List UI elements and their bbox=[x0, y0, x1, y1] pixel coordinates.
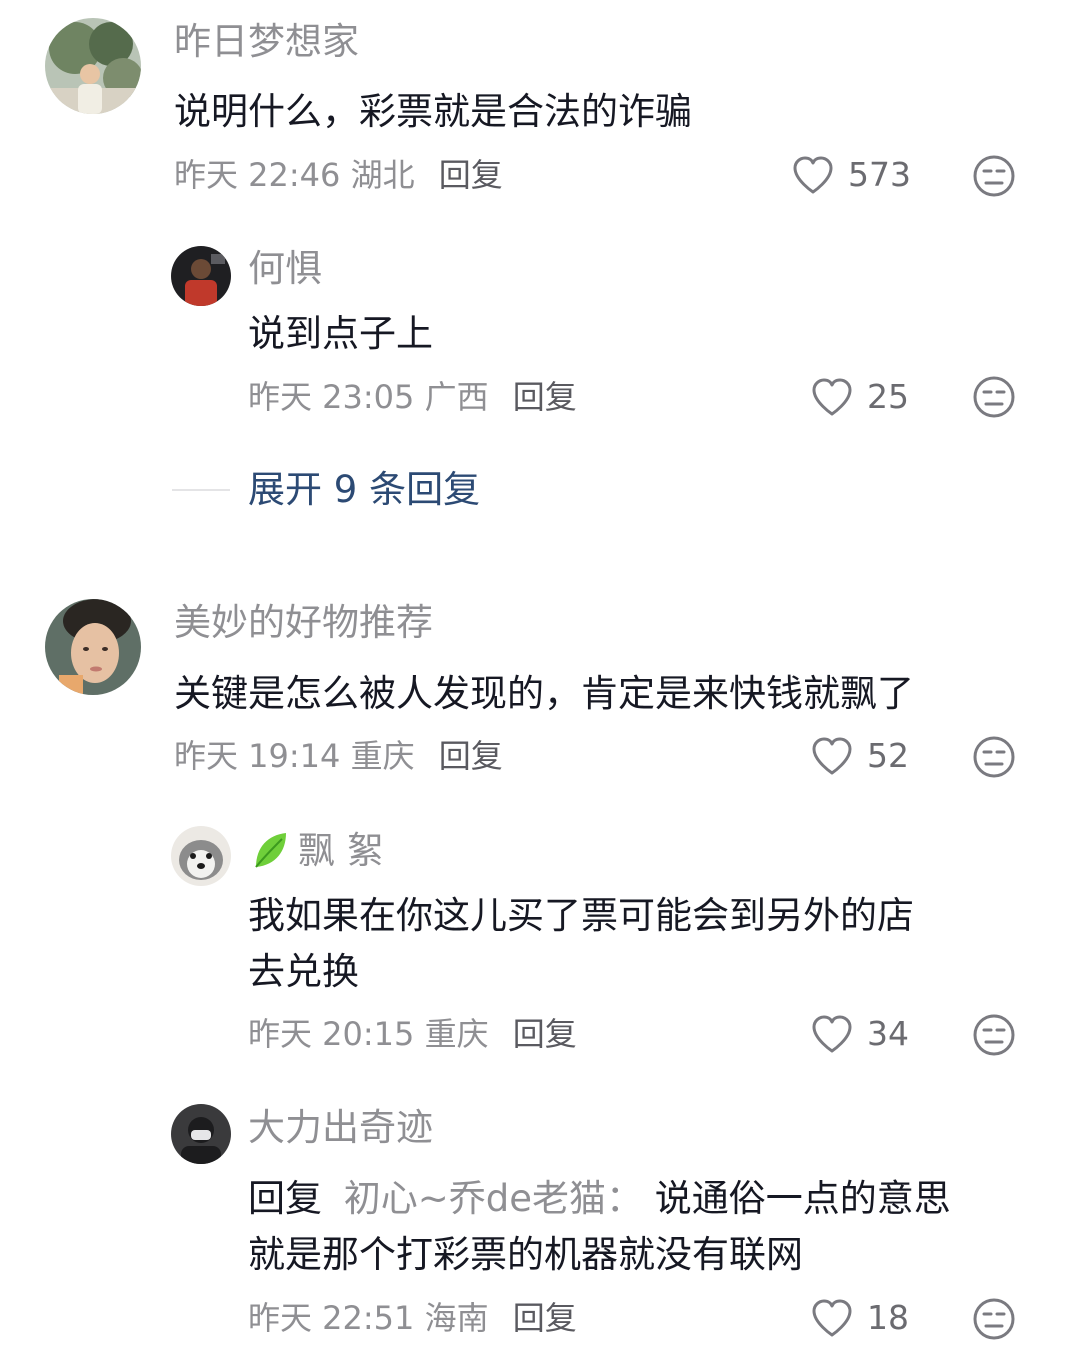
heart-outline-icon bbox=[811, 736, 853, 776]
comment-meta: 昨天 23:05 广西 回复 bbox=[248, 375, 577, 419]
heart-outline-icon bbox=[792, 155, 834, 195]
unhappy-face-icon bbox=[972, 1013, 1016, 1057]
reply-button[interactable]: 回复 bbox=[439, 737, 503, 775]
avatar[interactable] bbox=[171, 1104, 231, 1164]
comment-text: 说到点子上 bbox=[248, 312, 433, 355]
commenter-name[interactable]: 美妙的好物推荐 bbox=[174, 599, 433, 647]
heart-outline-icon bbox=[811, 377, 853, 417]
commenter-name[interactable]: 大力出奇迹 bbox=[248, 1104, 433, 1152]
comment-meta: 昨天 19:14 重庆 回复 bbox=[174, 734, 503, 778]
unhappy-face-icon bbox=[972, 375, 1016, 419]
dislike-button[interactable] bbox=[972, 154, 1016, 198]
like-button[interactable]: 18 bbox=[811, 1296, 909, 1340]
unhappy-face-icon bbox=[972, 1297, 1016, 1341]
like-count: 34 bbox=[867, 1014, 909, 1053]
commenter-name[interactable]: 昨日梦想家 bbox=[174, 18, 359, 66]
commenter-name[interactable]: 飘 絮 bbox=[248, 827, 384, 875]
comment-meta: 昨天 22:51 海南 回复 bbox=[248, 1296, 577, 1340]
comment-text: 说明什么，彩票就是合法的诈骗 bbox=[174, 90, 692, 133]
comment-text-line: 我如果在你这儿买了票可能会到另外的店 bbox=[248, 894, 914, 937]
dislike-button[interactable] bbox=[972, 375, 1016, 419]
heart-outline-icon bbox=[811, 1298, 853, 1338]
avatar[interactable] bbox=[45, 599, 141, 695]
comment-text-line: 回复 初心~乔de老猫： 说通俗一点的意思 bbox=[248, 1171, 951, 1227]
comment-time: 昨天 23:05 bbox=[248, 378, 415, 416]
reply-button[interactable]: 回复 bbox=[513, 378, 577, 416]
commenter-name[interactable]: 何惧 bbox=[248, 245, 322, 293]
comment-location: 重庆 bbox=[424, 1015, 489, 1053]
dislike-button[interactable] bbox=[972, 1297, 1016, 1341]
comment-text: 关键是怎么被人发现的，肯定是来快钱就飘了 bbox=[174, 672, 914, 715]
comment-location: 海南 bbox=[424, 1299, 489, 1337]
reply-button[interactable]: 回复 bbox=[513, 1015, 577, 1053]
comment-text-line: 去兑换 bbox=[248, 950, 359, 993]
comment-time: 昨天 20:15 bbox=[248, 1015, 415, 1053]
dislike-button[interactable] bbox=[972, 735, 1016, 779]
comment-text-line: 就是那个打彩票的机器就没有联网 bbox=[248, 1233, 803, 1276]
like-count: 52 bbox=[867, 736, 909, 775]
like-button[interactable]: 52 bbox=[811, 734, 909, 778]
reply-button[interactable]: 回复 bbox=[439, 156, 503, 194]
commenter-name-label: 飘 絮 bbox=[298, 829, 384, 872]
expand-divider bbox=[172, 489, 230, 491]
comment-meta: 昨天 20:15 重庆 回复 bbox=[248, 1012, 577, 1056]
expand-replies-label[interactable]: 展开 9 条回复 bbox=[248, 466, 480, 514]
heart-outline-icon bbox=[811, 1014, 853, 1054]
like-button[interactable]: 34 bbox=[811, 1012, 909, 1056]
comment-text: 说通俗一点的意思 bbox=[654, 1177, 951, 1220]
unhappy-face-icon bbox=[972, 154, 1016, 198]
like-button[interactable]: 25 bbox=[811, 375, 909, 419]
comment-location: 广西 bbox=[424, 378, 489, 416]
avatar[interactable] bbox=[171, 826, 231, 886]
avatar[interactable] bbox=[45, 18, 141, 114]
like-count: 573 bbox=[848, 155, 911, 194]
comment-time: 昨天 22:51 bbox=[248, 1299, 415, 1337]
like-count: 18 bbox=[867, 1298, 909, 1337]
expand-replies[interactable]: 展开 9 条回复 bbox=[172, 466, 480, 514]
comment-time: 昨天 22:46 bbox=[174, 156, 341, 194]
comment-meta: 昨天 22:46 湖北 回复 bbox=[174, 153, 503, 197]
like-count: 25 bbox=[867, 377, 909, 416]
leaf-icon bbox=[248, 829, 290, 873]
unhappy-face-icon bbox=[972, 735, 1016, 779]
like-button[interactable]: 573 bbox=[792, 153, 911, 197]
comment-location: 重庆 bbox=[350, 737, 415, 775]
comment-time: 昨天 19:14 bbox=[174, 737, 341, 775]
dislike-button[interactable] bbox=[972, 1013, 1016, 1057]
reply-target[interactable]: 初心~乔de老猫： bbox=[344, 1177, 643, 1220]
comment-location: 湖北 bbox=[350, 156, 415, 194]
avatar[interactable] bbox=[171, 246, 231, 306]
reply-prefix: 回复 bbox=[248, 1177, 322, 1220]
reply-button[interactable]: 回复 bbox=[513, 1299, 577, 1337]
